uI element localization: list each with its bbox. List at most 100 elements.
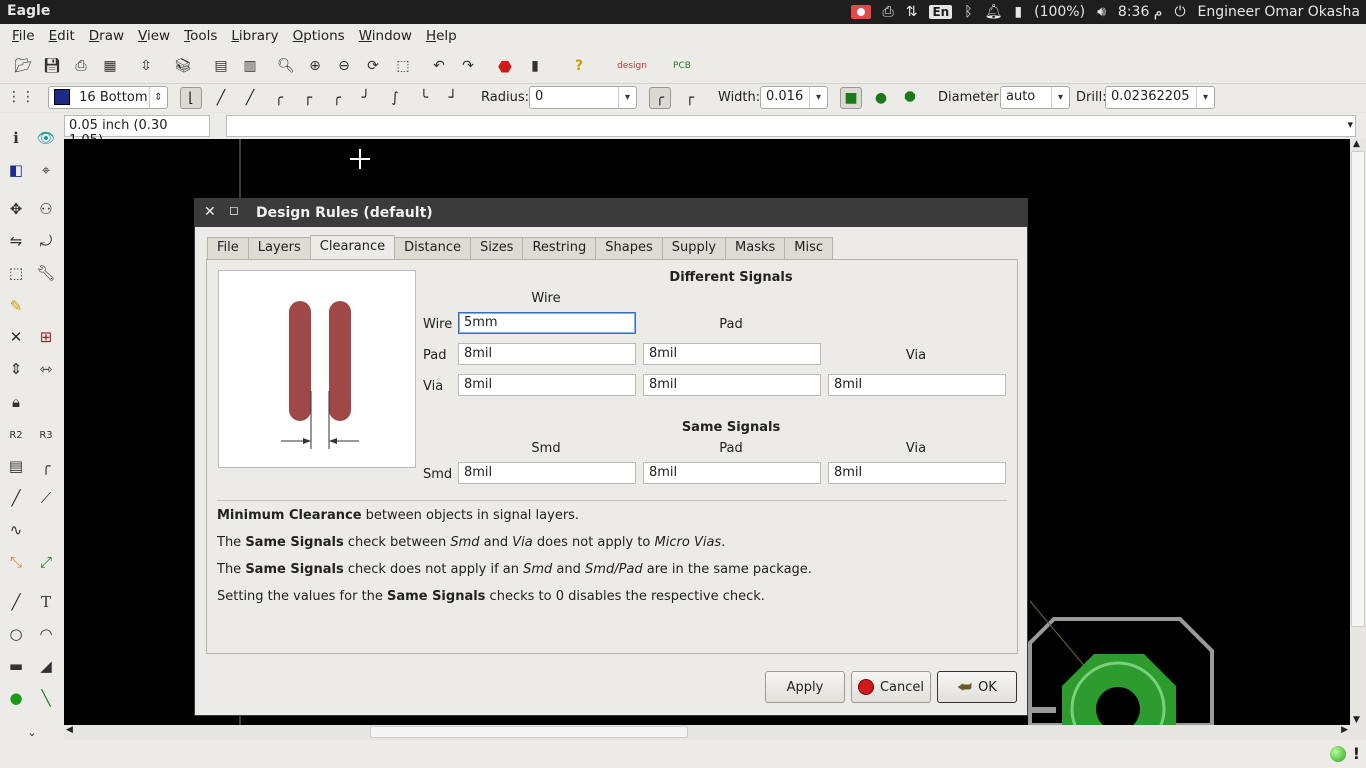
keyboard-layout-indicator[interactable]: En — [929, 5, 953, 19]
go-icon[interactable]: ▮ — [526, 57, 544, 75]
menu-edit[interactable]: Edit — [42, 28, 82, 44]
maximize-icon[interactable]: ◻ — [229, 203, 239, 217]
scroll-up-icon[interactable]: ▲ — [1353, 139, 1360, 149]
menu-options[interactable]: Options — [286, 28, 352, 44]
via-round-icon[interactable]: ● — [870, 87, 892, 109]
tab-masks[interactable]: Masks — [725, 237, 786, 259]
help-icon[interactable]: ? — [570, 57, 588, 75]
switch-to-schematic-icon[interactable]: ⇳ — [137, 57, 155, 75]
script-icon[interactable]: ▤ — [212, 57, 230, 75]
via-square-icon[interactable]: ■ — [840, 87, 862, 109]
signal-icon[interactable]: ╲ — [36, 688, 56, 708]
zoom-in-icon[interactable]: ⊕ — [306, 57, 324, 75]
mark-icon[interactable]: ⌖ — [36, 160, 56, 180]
tab-shapes[interactable]: Shapes — [595, 237, 663, 259]
pad-wire-field[interactable]: 8mil — [458, 343, 636, 365]
wire-icon[interactable]: ╱ — [6, 592, 26, 612]
horizontal-scroll-thumb[interactable] — [370, 726, 688, 738]
stop-icon[interactable]: ⬣ — [496, 57, 514, 76]
display-layers-icon[interactable]: ◧ — [6, 160, 26, 180]
tab-sizes[interactable]: Sizes — [470, 237, 524, 259]
smash-icon[interactable]: R2 — [6, 425, 26, 445]
info-icon[interactable]: ℹ — [6, 128, 26, 148]
print-icon[interactable]: ⎙ — [72, 57, 90, 75]
change-icon[interactable]: 🔧︎ — [36, 263, 56, 283]
command-line-input[interactable]: ▾ — [226, 115, 1356, 137]
grid-icon[interactable]: ⋮⋮ — [7, 88, 35, 106]
ripup-icon[interactable]: ⤡ — [6, 552, 26, 572]
meander-icon[interactable]: ⟋ — [36, 488, 56, 508]
smd-pad-field[interactable]: 8mil — [643, 462, 821, 484]
ok-button[interactable]: ⮨ OK — [937, 671, 1017, 703]
menu-draw[interactable]: Draw — [82, 28, 131, 44]
chevron-down-icon[interactable]: ▾ — [1196, 87, 1214, 108]
zoom-redraw-icon[interactable]: ⟳ — [364, 57, 382, 75]
wire-bend-2-icon[interactable]: ╱ — [239, 87, 261, 109]
network-icon[interactable]: ⇅ — [906, 4, 918, 20]
add-icon[interactable]: ⊞ — [36, 327, 56, 347]
wire-bend-9-icon[interactable]: ┘ — [442, 87, 464, 109]
via-icon[interactable]: ● — [6, 688, 26, 708]
miter-straight-icon[interactable]: ┌ — [679, 87, 701, 109]
drill-combo[interactable]: 0.02362205 ▾ — [1105, 86, 1215, 109]
name-icon[interactable]: ⇕ — [6, 359, 26, 379]
tab-clearance[interactable]: Clearance — [309, 235, 396, 259]
miter-icon[interactable]: ╭ — [36, 456, 56, 476]
more-tools-icon[interactable]: ⌄ — [22, 722, 42, 742]
spinner-arrows-icon[interactable]: ⇕ — [149, 87, 167, 108]
show-icon[interactable]: 👁︎ — [36, 128, 56, 148]
polygon-icon[interactable]: ◢ — [36, 656, 56, 676]
wire-bend-1-icon[interactable]: ╱ — [210, 87, 232, 109]
save-icon[interactable]: 💾︎ — [43, 57, 61, 75]
cancel-button[interactable]: Cancel — [851, 671, 931, 703]
tab-file[interactable]: File — [207, 237, 249, 259]
dialog-titlebar[interactable]: ✕ ◻ Design Rules (default) — [195, 199, 1027, 227]
wire-bend-5-icon[interactable]: ╭ — [326, 87, 348, 109]
screen-recorder-icon[interactable] — [850, 5, 871, 19]
battery-icon[interactable]: ▮ — [1014, 4, 1022, 20]
wire-bend-0-icon[interactable]: ⌊ — [180, 87, 202, 109]
clock[interactable]: 8:36 م — [1118, 4, 1163, 20]
menu-view[interactable]: View — [131, 28, 177, 44]
wire-bend-3-icon[interactable]: ╭ — [268, 87, 290, 109]
group-icon[interactable]: ⬚ — [6, 263, 26, 283]
power-icon[interactable]: ⏻ — [1174, 4, 1185, 20]
layer-select[interactable]: 16 Bottom ⇕ — [48, 86, 168, 109]
warning-icon[interactable]: ! — [1353, 744, 1360, 763]
design-link-icon[interactable]: design — [612, 57, 652, 75]
notification-bell-icon[interactable]: 🔔︎ — [985, 4, 1003, 20]
menu-help[interactable]: Help — [419, 28, 464, 44]
pad-pad-field[interactable]: 8mil — [643, 343, 821, 365]
mirror-icon[interactable]: ⇋ — [6, 231, 26, 251]
route-icon[interactable]: ∿ — [6, 520, 26, 540]
menu-window[interactable]: Window — [352, 28, 419, 44]
use-library-icon[interactable]: 📚︎ — [174, 57, 192, 75]
redo-icon[interactable]: ↷ — [459, 57, 477, 75]
zoom-out-icon[interactable]: ⊖ — [335, 57, 353, 75]
open-icon[interactable]: 📂︎ — [14, 57, 32, 75]
radius-combo[interactable]: 0 ▾ — [529, 86, 637, 109]
wire-wire-field[interactable]: 5mm — [458, 312, 636, 334]
tab-supply[interactable]: Supply — [661, 237, 727, 259]
value-icon[interactable]: ⇿ — [36, 359, 56, 379]
autorouter-icon[interactable]: ⤢ — [36, 552, 56, 572]
menu-file[interactable]: File — [5, 28, 42, 44]
tab-distance[interactable]: Distance — [394, 237, 471, 259]
tab-restring[interactable]: Restring — [522, 237, 597, 259]
wire-bend-4-icon[interactable]: ┌ — [297, 87, 319, 109]
bluetooth-icon[interactable]: ᛒ — [964, 4, 972, 20]
pcb-quote-icon[interactable]: PCB — [662, 57, 702, 75]
optimize-icon[interactable]: ╱ — [6, 488, 26, 508]
wire-bend-6-icon[interactable]: ╯ — [355, 87, 377, 109]
apply-button[interactable]: Apply — [765, 671, 845, 703]
user-name[interactable]: Engineer Omar Okasha — [1198, 4, 1360, 20]
close-icon[interactable]: ✕ — [204, 204, 216, 220]
circle-icon[interactable]: ○ — [6, 624, 26, 644]
smd-smd-field[interactable]: 8mil — [458, 462, 636, 484]
via-pad-field[interactable]: 8mil — [643, 374, 821, 396]
run-ulp-icon[interactable]: ▥ — [241, 57, 259, 75]
tab-misc[interactable]: Misc — [784, 237, 834, 259]
smd-via-field[interactable]: 8mil — [828, 462, 1006, 484]
chevron-down-icon[interactable]: ▾ — [1051, 87, 1069, 108]
chevron-down-icon[interactable]: ▾ — [1347, 118, 1353, 131]
